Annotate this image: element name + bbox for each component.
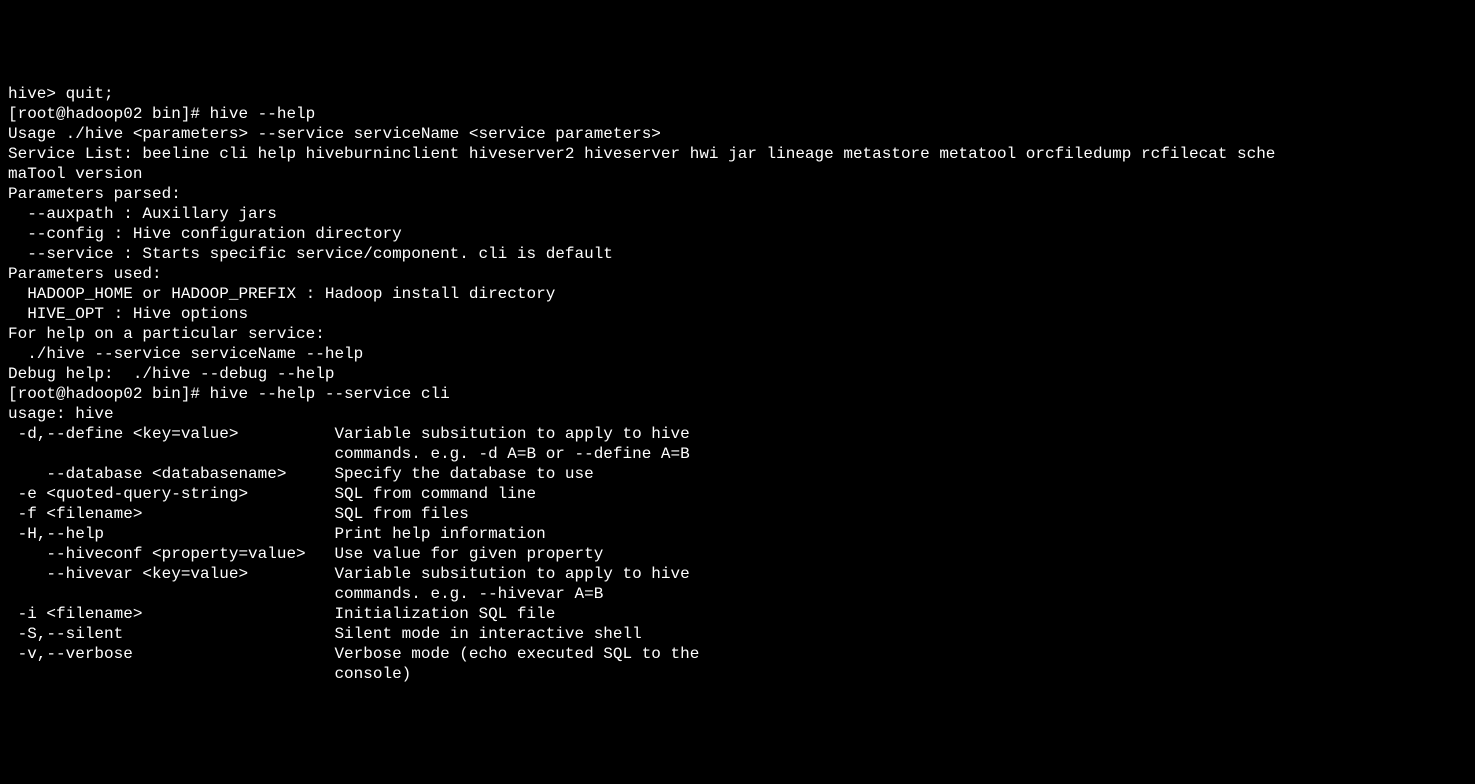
terminal-line: --hiveconf <property=value> Use value fo… [8,544,1467,564]
terminal-line: -S,--silent Silent mode in interactive s… [8,624,1467,644]
terminal-line: commands. e.g. -d A=B or --define A=B [8,444,1467,464]
terminal-line: HADOOP_HOME or HADOOP_PREFIX : Hadoop in… [8,284,1467,304]
terminal-line: -f <filename> SQL from files [8,504,1467,524]
terminal-line: -d,--define <key=value> Variable subsitu… [8,424,1467,444]
terminal-line: -v,--verbose Verbose mode (echo executed… [8,644,1467,664]
terminal-line: -i <filename> Initialization SQL file [8,604,1467,624]
terminal-line: usage: hive [8,404,1467,424]
terminal-line: --database <databasename> Specify the da… [8,464,1467,484]
terminal-output[interactable]: hive> quit;[root@hadoop02 bin]# hive --h… [8,84,1467,684]
terminal-line: [root@hadoop02 bin]# hive --help --servi… [8,384,1467,404]
terminal-line: maTool version [8,164,1467,184]
terminal-line: --service : Starts specific service/comp… [8,244,1467,264]
terminal-line: Parameters parsed: [8,184,1467,204]
terminal-line: Usage ./hive <parameters> --service serv… [8,124,1467,144]
terminal-line: commands. e.g. --hivevar A=B [8,584,1467,604]
terminal-line: --config : Hive configuration directory [8,224,1467,244]
terminal-line: Debug help: ./hive --debug --help [8,364,1467,384]
terminal-line: -e <quoted-query-string> SQL from comman… [8,484,1467,504]
terminal-line: -H,--help Print help information [8,524,1467,544]
terminal-line: Service List: beeline cli help hiveburni… [8,144,1467,164]
terminal-line: --hivevar <key=value> Variable subsituti… [8,564,1467,584]
terminal-line: [root@hadoop02 bin]# hive --help [8,104,1467,124]
terminal-line: Parameters used: [8,264,1467,284]
terminal-line: ./hive --service serviceName --help [8,344,1467,364]
terminal-line: For help on a particular service: [8,324,1467,344]
terminal-line: HIVE_OPT : Hive options [8,304,1467,324]
terminal-line: --auxpath : Auxillary jars [8,204,1467,224]
terminal-line: hive> quit; [8,84,1467,104]
terminal-line: console) [8,664,1467,684]
